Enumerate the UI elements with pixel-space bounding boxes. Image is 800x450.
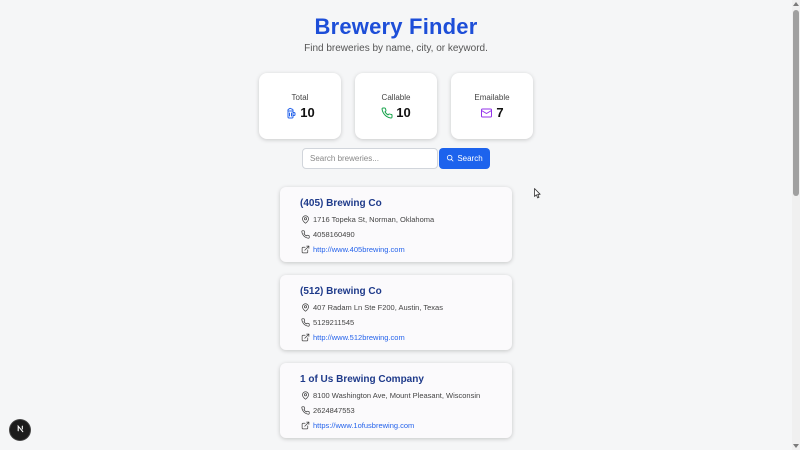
stat-value: 7 [496, 105, 504, 120]
external-link-icon [301, 333, 310, 342]
brewery-website-row: http://www.512brewing.com [301, 333, 405, 342]
external-link-icon [301, 421, 310, 430]
brewery-phone-row: 2624847553 [301, 406, 355, 415]
brewery-name: (405) Brewing Co [300, 198, 382, 209]
map-pin-icon [301, 391, 310, 400]
brewery-website-link[interactable]: https://www.1ofusbrewing.com [313, 421, 414, 430]
brewery-phone-row: 5129211545 [301, 318, 354, 327]
stat-label: Total [291, 93, 309, 102]
brewery-website-row: http://www.405brewing.com [301, 245, 405, 254]
brewery-phone: 4058160490 [313, 230, 355, 239]
phone-icon [301, 318, 310, 327]
brewery-name: 1 of Us Brewing Company [300, 374, 424, 385]
search-input[interactable] [302, 148, 438, 169]
stat-value: 10 [396, 105, 411, 120]
phone-icon [381, 106, 393, 119]
stat-card-emailable: Emailable 7 [451, 73, 533, 139]
search-button[interactable]: Search [439, 148, 490, 169]
brewery-address-row: 1716 Topeka St, Norman, Oklahoma [301, 215, 434, 224]
brewery-address: 407 Radam Ln Ste F200, Austin, Texas [313, 303, 443, 312]
brewery-website-link[interactable]: http://www.512brewing.com [313, 333, 405, 342]
stat-label: Callable [381, 93, 411, 102]
brewery-card: (405) Brewing Co 1716 Topeka St, Norman,… [280, 187, 512, 262]
page-title: Brewery Finder [314, 14, 478, 39]
stat-card-callable: Callable 10 [355, 73, 437, 139]
scrollbar-thumb[interactable] [793, 10, 799, 196]
brewery-address-row: 8100 Washington Ave, Mount Pleasant, Wis… [301, 391, 480, 400]
stat-card-total: Total 10 [259, 73, 341, 139]
stat-value: 10 [300, 105, 315, 120]
brewery-card: (512) Brewing Co 407 Radam Ln Ste F200, … [280, 275, 512, 350]
external-link-icon [301, 245, 310, 254]
brewery-website-link[interactable]: http://www.405brewing.com [313, 245, 405, 254]
brewery-address: 8100 Washington Ave, Mount Pleasant, Wis… [313, 391, 481, 400]
stat-label: Emailable [474, 93, 510, 102]
scroll-down-arrow-icon[interactable] [793, 444, 799, 448]
page-content: Brewery Finder Find breweries by name, c… [0, 0, 792, 450]
search-icon [446, 154, 454, 164]
map-pin-icon [301, 215, 310, 224]
phone-icon [301, 230, 310, 239]
scroll-up-arrow-icon[interactable] [793, 2, 799, 6]
brewery-name: (512) Brewing Co [300, 286, 382, 297]
phone-icon [301, 406, 310, 415]
mail-icon [480, 107, 493, 119]
brewery-website-row: https://www.1ofusbrewing.com [301, 421, 414, 430]
brewery-phone: 2624847553 [313, 406, 355, 415]
map-pin-icon [301, 303, 310, 312]
beer-mug-icon [285, 107, 297, 119]
dev-tools-badge[interactable] [10, 420, 30, 440]
brewery-phone-row: 4058160490 [301, 230, 355, 239]
brewery-address-row: 407 Radam Ln Ste F200, Austin, Texas [301, 303, 443, 312]
search-button-label: Search [457, 154, 483, 163]
mouse-cursor-icon [534, 186, 541, 204]
brewery-address: 1716 Topeka St, Norman, Oklahoma [313, 215, 435, 224]
brewery-card: 1 of Us Brewing Company 8100 Washington … [280, 363, 512, 438]
page-subtitle: Find breweries by name, city, or keyword… [304, 43, 488, 54]
next-logo-icon [15, 421, 26, 439]
brewery-phone: 5129211545 [313, 318, 355, 327]
vertical-scrollbar[interactable] [792, 0, 800, 450]
